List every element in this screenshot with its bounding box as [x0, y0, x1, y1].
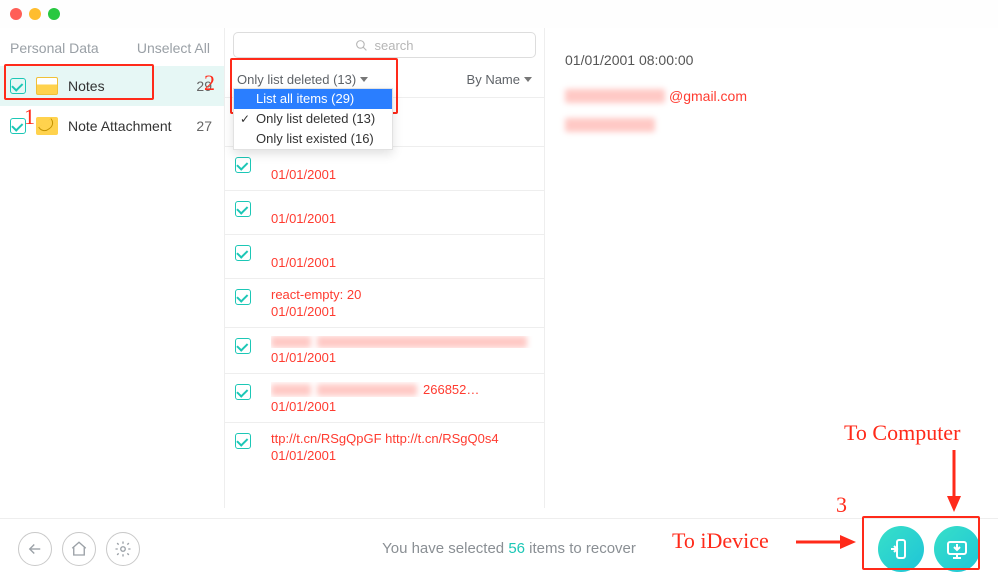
window-titlebar — [0, 0, 998, 28]
detail-datetime: 01/01/2001 08:00:00 — [565, 52, 978, 68]
close-window-button[interactable] — [10, 8, 22, 20]
home-button[interactable] — [62, 532, 96, 566]
filter-dropdown-button[interactable]: Only list deleted (13) — [237, 72, 368, 87]
notes-icon — [36, 77, 58, 95]
sidebar-item-label: Notes — [68, 78, 105, 94]
sidebar-item-note-attachment[interactable]: Note Attachment 27 — [0, 106, 224, 146]
filter-dropdown-menu: List all items (29) Only list deleted (1… — [233, 88, 393, 150]
to-computer-icon — [945, 537, 969, 561]
status-text: You have selected 56 items to recover — [150, 540, 868, 557]
checkbox-icon[interactable] — [235, 338, 251, 354]
checkbox-icon[interactable] — [10, 118, 26, 134]
sidebar: Personal Data Unselect All Notes 29 Note… — [0, 28, 225, 508]
checkbox-icon[interactable] — [235, 289, 251, 305]
list-item[interactable]: 01/01/2001 — [225, 234, 544, 278]
sidebar-item-count: 27 — [196, 118, 212, 134]
checkbox-icon[interactable] — [235, 201, 251, 217]
sidebar-item-label: Note Attachment — [68, 118, 172, 134]
sidebar-heading: Personal Data — [10, 40, 99, 56]
checkbox-icon[interactable] — [10, 78, 26, 94]
filter-option-existed[interactable]: Only list existed (16) — [234, 129, 392, 149]
list-item[interactable]: react-empty: 2001/01/2001 — [225, 278, 544, 327]
redacted-text — [565, 118, 978, 135]
sort-dropdown-button[interactable]: By Name — [467, 72, 532, 87]
list-item[interactable]: ttp://t.cn/RSgQpGF http://t.cn/RSgQ0s401… — [225, 422, 544, 471]
notes-list: react-empty: 2001/01/2001 01/01/2001 01/… — [225, 97, 544, 508]
list-item[interactable]: 01/01/2001 — [225, 146, 544, 190]
sidebar-item-count: 29 — [196, 78, 212, 94]
search-input[interactable]: search — [233, 32, 536, 58]
checkbox-icon[interactable] — [235, 384, 251, 400]
back-button[interactable] — [18, 532, 52, 566]
checkbox-icon[interactable] — [235, 433, 251, 449]
checkbox-icon[interactable] — [235, 157, 251, 173]
annotation-arrow — [796, 532, 856, 552]
checkbox-icon[interactable] — [235, 245, 251, 261]
to-device-icon — [889, 537, 913, 561]
unselect-all-link[interactable]: Unselect All — [137, 40, 210, 56]
maximize-window-button[interactable] — [48, 8, 60, 20]
list-item[interactable]: 266852…01/01/2001 — [225, 373, 544, 422]
items-column: search Only list deleted (13) By Name Li… — [225, 28, 545, 508]
detail-email: @gmail.com — [565, 88, 978, 104]
minimize-window-button[interactable] — [29, 8, 41, 20]
filter-option-deleted[interactable]: Only list deleted (13) — [234, 109, 392, 129]
redacted-text — [565, 89, 665, 103]
settings-button[interactable] — [106, 532, 140, 566]
recover-to-computer-button[interactable] — [934, 526, 980, 572]
detail-pane: 01/01/2001 08:00:00 @gmail.com — [545, 28, 998, 508]
home-icon — [70, 540, 88, 558]
annotation-arrow — [944, 450, 964, 512]
list-item[interactable]: 01/01/2001 — [225, 327, 544, 373]
attachment-icon — [36, 117, 58, 135]
gear-icon — [114, 540, 132, 558]
list-item[interactable]: 01/01/2001 — [225, 190, 544, 234]
recover-to-device-button[interactable] — [878, 526, 924, 572]
chevron-down-icon — [524, 77, 532, 82]
sidebar-item-notes[interactable]: Notes 29 — [0, 66, 224, 106]
search-icon — [355, 39, 368, 52]
arrow-left-icon — [26, 540, 44, 558]
chevron-down-icon — [360, 77, 368, 82]
filter-option-all[interactable]: List all items (29) — [234, 89, 392, 109]
